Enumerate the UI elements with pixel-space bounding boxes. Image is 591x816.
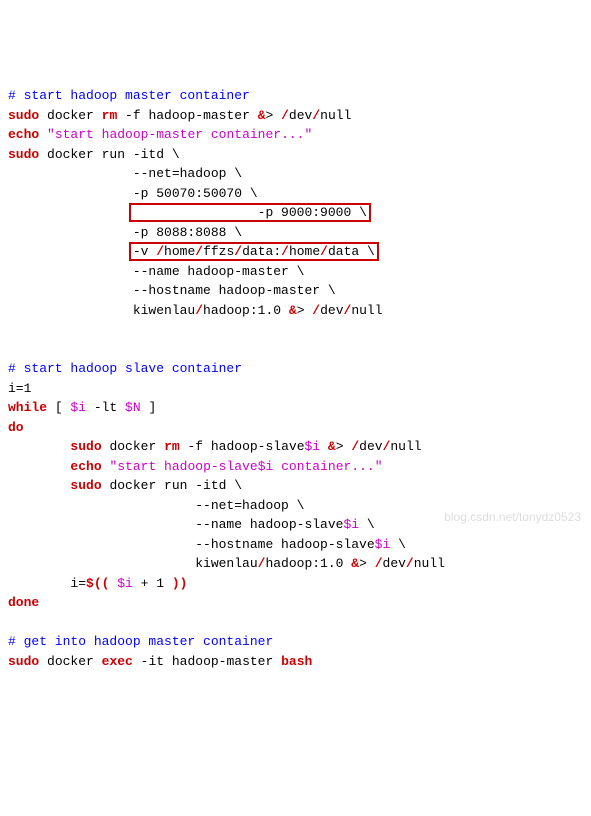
slash: / (312, 108, 320, 123)
slash: / (375, 556, 383, 571)
pad (8, 459, 70, 474)
text: docker (39, 108, 101, 123)
keyword-do: do (8, 420, 24, 435)
var: $i (375, 537, 391, 552)
slash: / (406, 556, 414, 571)
text: hadoop:1.0 (265, 556, 351, 571)
text: --hostname hadoop-master \ (8, 283, 336, 298)
text: docker run -itd \ (102, 478, 242, 493)
text: -p 8088:8088 \ (8, 225, 242, 240)
text: kiwenlau (8, 303, 195, 318)
text: -it hadoop-master (133, 654, 281, 669)
text: i= (8, 576, 86, 591)
keyword-done: done (8, 595, 39, 610)
pad (8, 439, 70, 454)
string: "start hadoop-slave (109, 459, 257, 474)
amp: & (258, 108, 266, 123)
keyword-sudo: sudo (70, 478, 101, 493)
text: dev (383, 556, 406, 571)
keyword-sudo: sudo (70, 439, 101, 454)
text: -f hadoop-slave (180, 439, 305, 454)
amp: & (289, 303, 297, 318)
text: dev (289, 108, 312, 123)
watermark: blog.csdn.net/tonydz0523 (444, 508, 581, 526)
text: null (351, 303, 382, 318)
var: $i (343, 517, 359, 532)
keyword-while: while (8, 400, 47, 415)
text: [ (47, 400, 70, 415)
gt: > (266, 108, 282, 123)
text: --net=hadoop \ (8, 166, 242, 181)
keyword-sudo: sudo (8, 147, 39, 162)
gt: > (336, 439, 352, 454)
text: ] (141, 400, 157, 415)
keyword-sudo: sudo (8, 108, 39, 123)
var: $N (125, 400, 141, 415)
text: --hostname hadoop-slave (8, 537, 375, 552)
keyword-rm: rm (102, 108, 118, 123)
slash: / (312, 303, 320, 318)
text: -f hadoop-master (117, 108, 257, 123)
highlight-box: -p 9000:9000 \ (129, 203, 371, 222)
text: dev (359, 439, 382, 454)
keyword-sudo: sudo (8, 654, 39, 669)
paren: (( (94, 576, 110, 591)
text: -lt (86, 400, 125, 415)
highlight-box: -v /home/ffzs/data:/home/data \ (129, 242, 379, 261)
keyword-echo: echo (70, 459, 101, 474)
highlighted-line-1: -p 9000:9000 \ (8, 205, 371, 220)
comment-line: # get into hadoop master container (8, 634, 273, 649)
keyword-echo: echo (8, 127, 39, 142)
text: hadoop:1.0 (203, 303, 289, 318)
amp: & (328, 439, 336, 454)
text: --name hadoop-master \ (8, 264, 304, 279)
string: container..." (273, 459, 382, 474)
keyword-exec: exec (102, 654, 133, 669)
text: null (390, 439, 421, 454)
keyword-bash: bash (281, 654, 312, 669)
slash: / (281, 108, 289, 123)
slash: / (258, 556, 266, 571)
gt: > (359, 556, 375, 571)
text: null (414, 556, 445, 571)
var: $i (305, 439, 321, 454)
comment-line: # start hadoop slave container (8, 361, 242, 376)
text: docker (102, 439, 164, 454)
text: -p 50070:50070 \ (8, 186, 258, 201)
text: + 1 (133, 576, 172, 591)
text: docker (39, 654, 101, 669)
text: i=1 (8, 381, 31, 396)
amp: & (351, 556, 359, 571)
var: $i (258, 459, 274, 474)
gt: > (297, 303, 313, 318)
text: null (320, 108, 351, 123)
text: -v (133, 244, 156, 259)
text: kiwenlau (8, 556, 258, 571)
var: $i (117, 576, 133, 591)
pad (8, 478, 70, 493)
text: dev (320, 303, 343, 318)
text: \ (390, 537, 406, 552)
space (39, 127, 47, 142)
text: --net=hadoop \ (8, 498, 304, 513)
comment-line: # start hadoop master container (8, 88, 250, 103)
slash: / (195, 303, 203, 318)
text: \ (359, 517, 375, 532)
slash: / (351, 439, 359, 454)
code-block: # start hadoop master container sudo doc… (8, 86, 583, 671)
highlighted-line-2: -v /home/ffzs/data:/home/data \ (8, 244, 379, 259)
paren: )) (172, 576, 188, 591)
text: --name hadoop-slave (8, 517, 343, 532)
dollar: $ (86, 576, 94, 591)
var: $i (70, 400, 86, 415)
keyword-rm: rm (164, 439, 180, 454)
text: docker run -itd \ (39, 147, 179, 162)
string: "start hadoop-master container..." (47, 127, 312, 142)
